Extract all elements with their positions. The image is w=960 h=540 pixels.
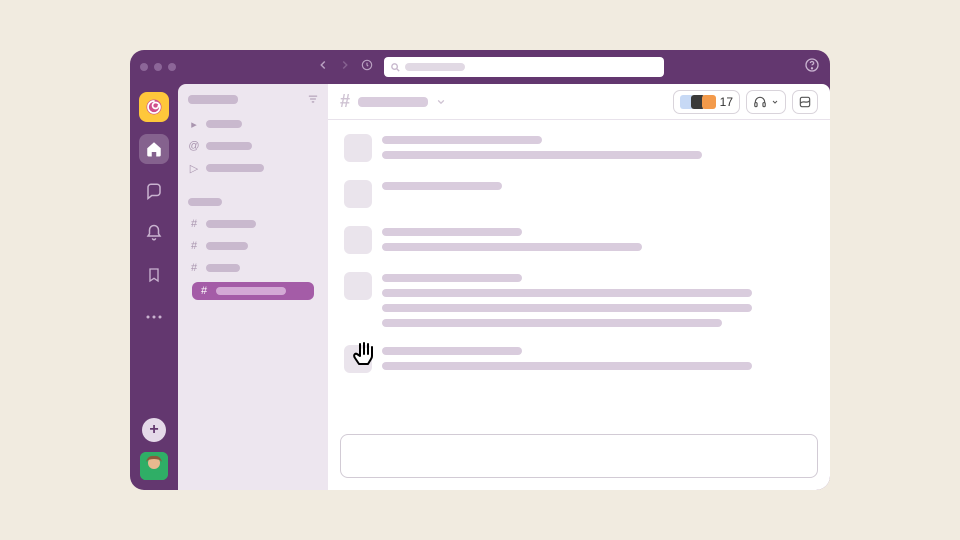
main-pane: # 17: [328, 84, 830, 490]
add-workspace-button[interactable]: +: [142, 418, 166, 442]
channel-item-active[interactable]: #: [192, 282, 314, 300]
channel-name[interactable]: [358, 97, 428, 107]
workspace-rail: +: [130, 84, 178, 490]
workspace-name[interactable]: [178, 94, 328, 112]
avatar[interactable]: [344, 272, 372, 300]
channel-item[interactable]: #: [188, 260, 318, 276]
send-icon: ▷: [188, 162, 200, 175]
nav-home[interactable]: [139, 134, 169, 164]
window-close[interactable]: [140, 63, 148, 71]
history-icon[interactable]: [360, 58, 374, 77]
avatar[interactable]: [344, 226, 372, 254]
canvas-button[interactable]: [792, 90, 818, 114]
sidebar-section-channels: # # # #: [178, 190, 328, 304]
chevron-down-icon[interactable]: [436, 97, 446, 107]
channel-header: # 17: [328, 84, 830, 120]
members-count: 17: [720, 95, 733, 109]
sidebar-item[interactable]: ▸: [188, 116, 318, 132]
channel-sidebar: ▸ @ ▷ #: [178, 84, 328, 490]
member-avatars: [680, 95, 716, 109]
message[interactable]: [344, 345, 814, 373]
hash-icon: #: [188, 240, 200, 252]
app-window: + ▸: [130, 50, 830, 490]
message[interactable]: [344, 134, 814, 162]
titlebar: [130, 50, 830, 84]
self-avatar[interactable]: [140, 452, 168, 480]
compose-icon: [798, 95, 812, 109]
message[interactable]: [344, 180, 814, 208]
sidebar-section-top: ▸ @ ▷: [178, 112, 328, 180]
sidebar-item-mentions[interactable]: @: [188, 138, 318, 154]
window-zoom[interactable]: [168, 63, 176, 71]
bookmark-icon: [146, 266, 162, 284]
hash-icon: #: [188, 262, 200, 274]
home-icon: [145, 140, 163, 158]
plus-label: +: [149, 421, 158, 439]
nav-dms[interactable]: [139, 176, 169, 206]
nav-saved[interactable]: [139, 260, 169, 290]
chevron-icon: ▸: [188, 118, 200, 131]
message[interactable]: [344, 226, 814, 254]
huddle-button[interactable]: [746, 90, 786, 114]
avatar-icon: [140, 452, 168, 480]
channel-item[interactable]: #: [188, 238, 318, 254]
search-icon: [390, 62, 401, 73]
chat-icon: [145, 182, 163, 200]
headphones-icon: [753, 95, 767, 109]
members-pill[interactable]: 17: [673, 90, 740, 114]
spiral-logo-icon: [145, 98, 163, 116]
hash-icon: #: [188, 218, 200, 230]
bell-icon: [145, 224, 163, 242]
section-header[interactable]: [188, 194, 318, 210]
search-skeleton: [405, 63, 465, 71]
mention-icon: @: [188, 140, 200, 152]
message-list[interactable]: [328, 120, 830, 434]
nav-back[interactable]: [316, 58, 330, 77]
chevron-down-icon: [771, 98, 779, 106]
window-controls[interactable]: [140, 63, 176, 71]
channel-hash-icon: #: [340, 91, 350, 112]
filter-icon[interactable]: [308, 94, 318, 104]
nav-activity[interactable]: [139, 218, 169, 248]
window-minimize[interactable]: [154, 63, 162, 71]
message[interactable]: [344, 272, 814, 327]
message-composer[interactable]: [340, 434, 818, 478]
search-input[interactable]: [384, 57, 664, 77]
avatar[interactable]: [344, 345, 372, 373]
channel-item[interactable]: #: [188, 216, 318, 232]
hash-icon: #: [198, 285, 210, 297]
sidebar-item-drafts[interactable]: ▷: [188, 160, 318, 176]
avatar[interactable]: [344, 180, 372, 208]
more-icon: [145, 314, 163, 320]
avatar[interactable]: [344, 134, 372, 162]
help-icon[interactable]: [804, 57, 820, 78]
nav-more[interactable]: [139, 302, 169, 332]
nav-forward[interactable]: [338, 58, 352, 77]
workspace-switcher[interactable]: [139, 92, 169, 122]
